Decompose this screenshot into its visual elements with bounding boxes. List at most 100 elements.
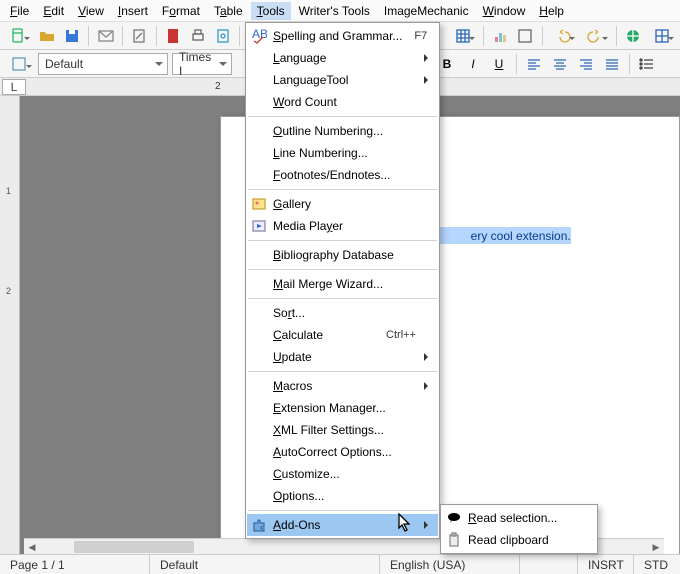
new-doc-icon[interactable] xyxy=(4,25,32,47)
menu-item-update[interactable]: Update xyxy=(247,346,438,368)
list-icon[interactable] xyxy=(636,53,658,75)
menu-item-label: Read selection... xyxy=(468,511,574,525)
align-left-icon[interactable] xyxy=(523,53,545,75)
menu-item-xml-filter-settings[interactable]: XML Filter Settings... xyxy=(247,419,438,441)
addons-icon xyxy=(251,517,267,533)
menu-insert[interactable]: Insert xyxy=(112,2,154,20)
menu-item-label: Calculate xyxy=(273,328,374,342)
status-bar: Page 1 / 1 Default English (USA) INSRT S… xyxy=(0,554,680,574)
menu-item-read-selection[interactable]: Read selection... xyxy=(442,507,596,529)
status-style[interactable]: Default xyxy=(150,555,380,574)
chart-icon[interactable] xyxy=(490,25,511,47)
vertical-ruler[interactable]: 1 2 xyxy=(0,96,20,554)
font-name-combo[interactable]: Times I xyxy=(172,53,232,75)
print-icon[interactable] xyxy=(188,25,209,47)
menu-item-label: Media Player xyxy=(273,219,416,233)
menu-item-label: Add-Ons xyxy=(273,518,416,532)
toolbar-separator xyxy=(483,26,484,46)
menu-item-spelling-and-grammar[interactable]: ABCSpelling and Grammar...F7 xyxy=(247,25,438,47)
edit-doc-icon[interactable] xyxy=(129,25,150,47)
clipboard-icon xyxy=(446,532,462,548)
menu-imagemechanic[interactable]: ImageMechanic xyxy=(378,2,475,20)
menu-format[interactable]: Format xyxy=(156,2,206,20)
menu-item-outline-numbering[interactable]: Outline Numbering... xyxy=(247,120,438,142)
menu-divider xyxy=(248,269,437,270)
menu-tools[interactable]: Tools xyxy=(251,2,291,20)
open-icon[interactable] xyxy=(36,25,57,47)
menu-item-autocorrect-options[interactable]: AutoCorrect Options... xyxy=(247,441,438,463)
menu-item-add-ons[interactable]: Add-Ons xyxy=(247,514,438,536)
status-spacer xyxy=(520,555,578,574)
menu-divider xyxy=(248,371,437,372)
paragraph-style-combo[interactable]: Default xyxy=(38,53,168,75)
menu-item-shortcut: Ctrl++ xyxy=(386,329,416,341)
preview-icon[interactable] xyxy=(213,25,234,47)
menu-item-media-player[interactable]: Media Player xyxy=(247,215,438,237)
toolbar-separator xyxy=(629,54,630,74)
menu-item-macros[interactable]: Macros xyxy=(247,375,438,397)
scroll-right-arrow[interactable]: ▶ xyxy=(649,540,663,554)
menu-divider xyxy=(248,189,437,190)
find-icon[interactable] xyxy=(515,25,536,47)
menu-window[interactable]: Window xyxy=(477,2,532,20)
menu-item-label: Update xyxy=(273,350,416,364)
align-center-icon[interactable] xyxy=(549,53,571,75)
toolbar-separator xyxy=(616,26,617,46)
menu-item-label: XML Filter Settings... xyxy=(273,423,416,437)
menu-item-languagetool[interactable]: LanguageTool xyxy=(247,69,438,91)
menu-item-line-numbering[interactable]: Line Numbering... xyxy=(247,142,438,164)
menu-item-word-count[interactable]: Word Count xyxy=(247,91,438,113)
menu-item-gallery[interactable]: Gallery xyxy=(247,193,438,215)
menu-help[interactable]: Help xyxy=(533,2,570,20)
menu-item-label: Bibliography Database xyxy=(273,248,416,262)
underline-icon[interactable]: U xyxy=(488,53,510,75)
menu-item-bibliography-database[interactable]: Bibliography Database xyxy=(247,244,438,266)
globe-icon[interactable] xyxy=(623,25,644,47)
menu-item-extension-manager[interactable]: Extension Manager... xyxy=(247,397,438,419)
toolbar-separator xyxy=(516,54,517,74)
menu-item-label: Mail Merge Wizard... xyxy=(273,277,416,291)
status-insert-mode[interactable]: INSRT xyxy=(578,555,634,574)
menu-item-language[interactable]: Language xyxy=(247,47,438,69)
tools-menu-dropdown: ABCSpelling and Grammar...F7LanguageLang… xyxy=(245,22,440,539)
status-page[interactable]: Page 1 / 1 xyxy=(0,555,150,574)
pdf-icon[interactable] xyxy=(163,25,184,47)
email-icon[interactable] xyxy=(95,25,116,47)
menu-item-label: Footnotes/Endnotes... xyxy=(273,168,416,182)
menu-table[interactable]: Table xyxy=(208,2,249,20)
font-name-value: Times I xyxy=(179,50,213,78)
media-player-icon xyxy=(251,218,267,234)
italic-icon[interactable]: I xyxy=(462,53,484,75)
menu-item-options[interactable]: Options... xyxy=(247,485,438,507)
menu-item-sort[interactable]: Sort... xyxy=(247,302,438,324)
menu-item-label: AutoCorrect Options... xyxy=(273,445,416,459)
scroll-thumb[interactable] xyxy=(74,541,194,553)
speech-bubble-icon xyxy=(446,510,462,526)
menu-item-read-clipboard[interactable]: Read clipboard xyxy=(442,529,596,551)
menu-item-label: Word Count xyxy=(273,95,416,109)
toolbar-separator xyxy=(88,26,89,46)
menu-edit[interactable]: Edit xyxy=(37,2,70,20)
save-icon[interactable] xyxy=(61,25,82,47)
grid-icon[interactable] xyxy=(648,25,676,47)
menu-item-label: Macros xyxy=(273,379,416,393)
tab-type-indicator[interactable]: L xyxy=(2,79,26,95)
menu-writers-tools[interactable]: Writer's Tools xyxy=(293,2,376,20)
status-selection-mode[interactable]: STD xyxy=(634,555,680,574)
menu-item-mail-merge-wizard[interactable]: Mail Merge Wizard... xyxy=(247,273,438,295)
redo-icon[interactable] xyxy=(581,25,609,47)
scroll-left-arrow[interactable]: ◀ xyxy=(25,540,39,554)
menu-view[interactable]: View xyxy=(72,2,110,20)
menu-item-footnotes-endnotes[interactable]: Footnotes/Endnotes... xyxy=(247,164,438,186)
align-right-icon[interactable] xyxy=(575,53,597,75)
menu-file[interactable]: File xyxy=(4,2,35,20)
align-justify-icon[interactable] xyxy=(601,53,623,75)
menu-item-customize[interactable]: Customize... xyxy=(247,463,438,485)
table-insert-icon[interactable] xyxy=(449,25,477,47)
styles-dialog-icon[interactable] xyxy=(4,53,34,75)
menu-item-calculate[interactable]: Calculate Ctrl++ xyxy=(247,324,438,346)
toolbar-separator xyxy=(542,26,543,46)
status-language[interactable]: English (USA) xyxy=(380,555,520,574)
undo-icon[interactable] xyxy=(549,25,577,47)
toolbar-separator xyxy=(239,26,240,46)
